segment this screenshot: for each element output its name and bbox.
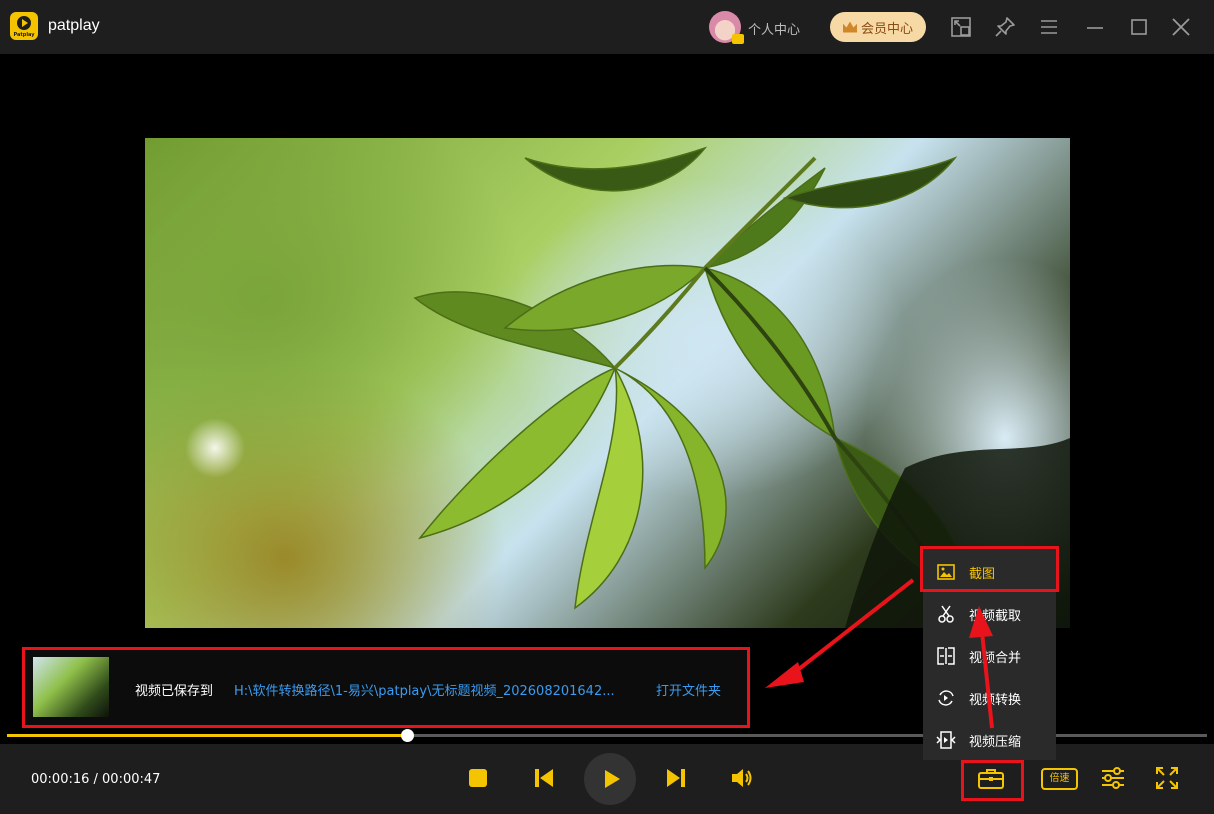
tool-label: 视频合并 bbox=[969, 651, 1022, 666]
scissors-icon bbox=[938, 605, 954, 623]
vip-center-button[interactable]: 会员中心 bbox=[830, 12, 926, 42]
tool-item-video-clip[interactable]: 视频截取 bbox=[923, 592, 1056, 634]
title-bar: Patplay patplay 个人中心 会员中心 bbox=[0, 0, 1214, 54]
app-logo: Patplay bbox=[10, 12, 38, 40]
tool-item-video-compress[interactable]: 视频压缩 bbox=[923, 718, 1056, 760]
toolbox-highlight-box bbox=[961, 760, 1024, 801]
arrowhead-to-notification bbox=[765, 662, 804, 688]
logo-text: Patplay bbox=[13, 32, 35, 38]
pin-icon[interactable] bbox=[992, 14, 1018, 40]
tool-item-video-merge[interactable]: 视频合并 bbox=[923, 634, 1056, 676]
close-icon[interactable] bbox=[1168, 14, 1194, 40]
profile-center-link[interactable]: 个人中心 bbox=[748, 19, 800, 38]
vip-center-label: 会员中心 bbox=[860, 21, 913, 37]
open-folder-link[interactable]: 打开文件夹 bbox=[656, 680, 721, 699]
video-saved-notification: 视频已保存到 H:\软件转换路径\1-易兴\patplay\无标题视频_2026… bbox=[22, 647, 750, 728]
picture-in-picture-icon[interactable] bbox=[948, 14, 974, 40]
volume-icon[interactable] bbox=[728, 764, 756, 792]
merge-icon bbox=[937, 647, 955, 665]
menu-icon[interactable] bbox=[1036, 14, 1062, 40]
saved-path-link[interactable]: H:\软件转换路径\1-易兴\patplay\无标题视频_20260820164… bbox=[234, 680, 634, 699]
stop-icon[interactable] bbox=[464, 764, 492, 792]
settings-sliders-icon[interactable] bbox=[1099, 764, 1127, 792]
minimize-icon[interactable] bbox=[1082, 14, 1108, 40]
next-icon[interactable] bbox=[662, 764, 690, 792]
compress-icon bbox=[936, 731, 956, 749]
fullscreen-icon[interactable] bbox=[1153, 764, 1181, 792]
app-name: patplay bbox=[48, 17, 100, 34]
tool-item-video-convert[interactable]: 视频转换 bbox=[923, 676, 1056, 718]
speed-button[interactable]: 倍速 bbox=[1041, 768, 1078, 790]
saved-label: 视频已保存到 bbox=[135, 684, 214, 699]
screenshot-highlight-box bbox=[920, 546, 1059, 592]
tool-label: 视频转换 bbox=[969, 693, 1022, 708]
convert-icon bbox=[938, 690, 954, 706]
progress-fill bbox=[7, 734, 407, 737]
avatar[interactable] bbox=[709, 11, 744, 44]
previous-icon[interactable] bbox=[530, 764, 558, 792]
video-thumbnail[interactable] bbox=[33, 657, 109, 717]
time-display: 00:00:16 / 00:00:47 bbox=[31, 772, 161, 787]
progress-handle[interactable] bbox=[400, 729, 414, 742]
tool-label: 视频截取 bbox=[969, 609, 1022, 624]
maximize-icon[interactable] bbox=[1126, 14, 1152, 40]
crown-icon bbox=[842, 21, 857, 33]
play-button[interactable] bbox=[584, 753, 636, 805]
logo-play-icon bbox=[17, 16, 31, 30]
tool-label: 视频压缩 bbox=[969, 735, 1022, 750]
